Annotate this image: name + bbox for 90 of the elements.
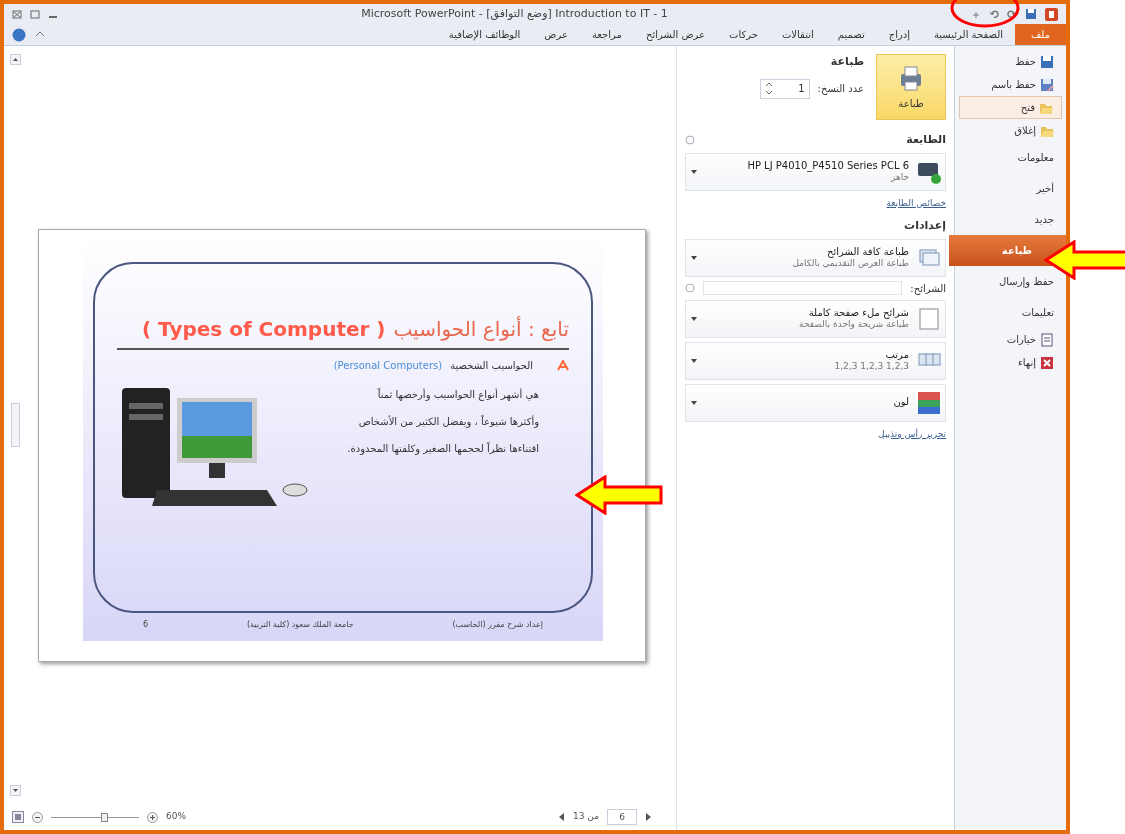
color-swatch-icon bbox=[917, 390, 941, 415]
print-button[interactable]: طباعة bbox=[876, 54, 946, 120]
section-heading: طباعة bbox=[829, 54, 864, 70]
ribbon-tab[interactable]: مراجعة bbox=[579, 24, 634, 45]
close-icon[interactable] bbox=[12, 9, 22, 19]
dropdown-subtitle: جاهز bbox=[889, 172, 909, 184]
menu-section[interactable]: جديد bbox=[959, 204, 1062, 235]
undo-icon[interactable] bbox=[1007, 9, 1017, 19]
menu-item[interactable]: خيارات bbox=[959, 328, 1062, 351]
menu-item[interactable]: إغلاق bbox=[959, 119, 1062, 142]
help-icon[interactable] bbox=[12, 27, 26, 42]
scroll-up-icon[interactable] bbox=[9, 54, 21, 65]
slide-title: تابع : أنواع الحواسيب bbox=[393, 315, 569, 343]
dropdown-title: شرائح ملء صفحة كاملة bbox=[807, 306, 909, 320]
menu-item[interactable]: إنهاء bbox=[959, 351, 1062, 374]
circle-annotation bbox=[950, 0, 1020, 28]
menu-item[interactable]: حفظ باسم bbox=[959, 73, 1062, 96]
dropdown-subtitle: طباعة شريحة واحدة بالصفحة bbox=[798, 319, 909, 331]
slides-label: الشرائح: bbox=[910, 281, 946, 296]
edit-header-footer-link[interactable]: تحرير رأس وتذييل bbox=[878, 428, 946, 439]
maximize-icon[interactable] bbox=[30, 9, 40, 19]
dropdown-arrow-icon bbox=[690, 398, 698, 407]
page-number-field[interactable]: 6 bbox=[607, 809, 637, 825]
info-icon bbox=[685, 283, 695, 293]
menu-item[interactable]: فتح bbox=[959, 96, 1062, 119]
zoom-slider-thumb[interactable] bbox=[101, 812, 109, 822]
body-paragraph: هي أشهر أنواع الحواسيب وأرخصها ثمناً وأكثرها شيوعاً ، ويفضل الكثير من الأشخاص اقتناءها نظراً لحجمها الصغير وكلفتها المحدودة. bbox=[347, 387, 539, 456]
exit-icon bbox=[1040, 355, 1054, 370]
menu-section[interactable]: معلومات bbox=[959, 142, 1062, 173]
dropdown-subtitle: 1,2,3 1,2,3 1,2,3 bbox=[833, 361, 909, 373]
document-icon bbox=[1040, 332, 1054, 347]
copies-field[interactable]: 1 bbox=[759, 78, 810, 99]
ribbon-tab[interactable]: تصميم bbox=[825, 24, 877, 45]
zoom-slider[interactable] bbox=[51, 812, 139, 822]
dropdown-arrow-icon bbox=[690, 167, 698, 176]
dropdown-title: مرتب bbox=[884, 348, 909, 362]
slide-footer: جامعة الملك سعود (كلية التربية) bbox=[246, 618, 354, 631]
customize-icon[interactable] bbox=[971, 9, 981, 19]
slide-title-english: ( Types of Computer ) bbox=[142, 315, 386, 343]
dropdown[interactable]: طباعة كافة الشرائح طباعة العرض التقديمي بالكامل bbox=[685, 238, 946, 277]
zoom-in-icon[interactable] bbox=[147, 811, 158, 823]
collapse-ribbon-icon[interactable] bbox=[34, 30, 46, 39]
save-icon[interactable] bbox=[1025, 8, 1037, 20]
dropdown-arrow-icon bbox=[690, 356, 698, 365]
copies-label: عدد النسخ: bbox=[817, 82, 864, 96]
ribbon-tab[interactable]: عرض bbox=[532, 24, 580, 45]
menu-section[interactable]: طباعة bbox=[949, 235, 1066, 266]
slides-field[interactable] bbox=[703, 281, 903, 295]
ribbon-tab[interactable]: الوظائف الإضافية bbox=[436, 24, 533, 45]
dropdown-arrow-icon bbox=[690, 253, 698, 262]
section-heading: الطابعة bbox=[906, 132, 946, 148]
dropdown-title: HP LJ P4010_P4510 Series PCL 6 bbox=[746, 159, 909, 173]
section-heading: إعدادات bbox=[903, 218, 946, 234]
bullet-icon bbox=[557, 359, 569, 371]
menu-section[interactable]: حفظ وإرسال bbox=[959, 266, 1062, 297]
zoom-out-icon[interactable] bbox=[32, 811, 43, 823]
page-icon bbox=[917, 306, 941, 331]
dropdown[interactable]: لون bbox=[685, 383, 946, 422]
menu-item[interactable]: حفظ bbox=[959, 50, 1062, 73]
bullet-text: الحواسيب الشخصية bbox=[450, 358, 533, 373]
fit-to-window-icon[interactable] bbox=[12, 811, 24, 823]
dropdown-subtitle: طباعة العرض التقديمي بالكامل bbox=[791, 258, 909, 270]
redo-icon[interactable] bbox=[989, 9, 999, 19]
ribbon-tab[interactable]: انتقالات bbox=[769, 24, 826, 45]
slide-footer: 6 bbox=[143, 618, 149, 631]
save-icon bbox=[1040, 54, 1054, 69]
ribbon-tab[interactable]: إدراج bbox=[876, 24, 922, 45]
bullet-english: (Personal Computers) bbox=[333, 358, 443, 373]
menu-section[interactable]: أخير bbox=[959, 173, 1062, 204]
save-as-icon bbox=[1040, 77, 1054, 92]
dropdown[interactable]: شرائح ملء صفحة كاملة طباعة شريحة واحدة بالصفحة bbox=[685, 299, 946, 338]
scroll-down-icon[interactable] bbox=[9, 785, 21, 796]
window-title: Microsoft PowerPoint - [وضع التوافق] Introduction to IT - 1 bbox=[360, 5, 669, 22]
previous-page-icon[interactable] bbox=[558, 812, 565, 822]
ribbon-tab[interactable]: الصفحة الرئيسية bbox=[921, 24, 1015, 45]
scroll-thumb[interactable] bbox=[10, 403, 20, 447]
page-count: من 13 bbox=[573, 810, 599, 824]
info-icon bbox=[685, 135, 695, 146]
dropdown-title: طباعة كافة الشرائح bbox=[826, 245, 909, 259]
menu-section[interactable]: تعليمات bbox=[959, 297, 1062, 328]
dropdown-title: لون bbox=[892, 396, 909, 409]
app-icon bbox=[1045, 7, 1058, 21]
next-page-icon[interactable] bbox=[645, 812, 652, 822]
ribbon-tab[interactable]: عرض الشرائح bbox=[633, 24, 717, 45]
zoom-level: 60% bbox=[166, 810, 186, 824]
ribbon-tab[interactable]: حركات bbox=[717, 24, 770, 45]
spinner-icon[interactable] bbox=[764, 82, 773, 95]
slide-footer: إعداد شرح مقرر (الحاسب) bbox=[452, 618, 543, 631]
printer-properties-link[interactable]: خصائص الطابعة bbox=[886, 197, 946, 208]
dropdown-arrow-icon bbox=[690, 314, 698, 323]
